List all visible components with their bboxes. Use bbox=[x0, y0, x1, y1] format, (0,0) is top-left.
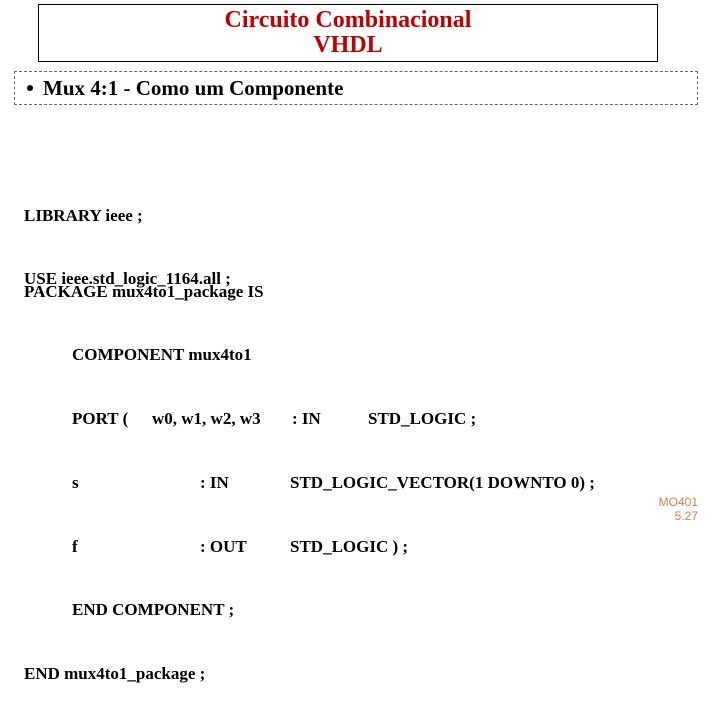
code-line: PORT ( w0, w1, w2, w3 : IN STD_LOGIC ; bbox=[24, 408, 595, 429]
code-line: s : IN STD_LOGIC_VECTOR(1 DOWNTO 0) ; bbox=[24, 472, 595, 493]
code-line: END mux4to1_package ; bbox=[24, 663, 595, 684]
bullet-icon bbox=[27, 85, 33, 91]
code-token: : OUT bbox=[200, 536, 290, 557]
code-line: f : OUT STD_LOGIC ) ; bbox=[24, 536, 595, 557]
code-line: COMPONENT mux4to1 bbox=[24, 344, 595, 365]
footer-page: 5.27 bbox=[659, 510, 698, 524]
subtitle-bullet: Mux 4:1 - Como um Componente bbox=[27, 76, 343, 101]
code-token: s bbox=[24, 472, 200, 493]
code-token: : IN bbox=[200, 472, 290, 493]
code-line: END COMPONENT ; bbox=[24, 599, 595, 620]
code-token: : IN bbox=[292, 408, 368, 429]
subtitle-container: Mux 4:1 - Como um Componente bbox=[14, 71, 698, 105]
title-line-2: VHDL bbox=[39, 33, 657, 58]
code-token: PORT ( bbox=[24, 408, 152, 429]
code-package-block: PACKAGE mux4to1_package IS COMPONENT mux… bbox=[24, 238, 595, 706]
code-line: LIBRARY ieee ; bbox=[24, 205, 231, 226]
code-token: STD_LOGIC ) ; bbox=[290, 536, 408, 557]
code-line: PACKAGE mux4to1_package IS bbox=[24, 281, 595, 302]
subtitle-text: Mux 4:1 - Como um Componente bbox=[43, 76, 343, 100]
footer-course: MO401 bbox=[659, 496, 698, 510]
code-token: w0, w1, w2, w3 bbox=[152, 408, 292, 429]
code-token: f bbox=[24, 536, 200, 557]
title-line-1: Circuito Combinacional bbox=[39, 8, 657, 33]
code-token: STD_LOGIC ; bbox=[368, 408, 476, 429]
code-token: STD_LOGIC_VECTOR(1 DOWNTO 0) ; bbox=[290, 472, 595, 493]
slide-footer: MO401 5.27 bbox=[659, 496, 698, 524]
title-container: Circuito Combinacional VHDL bbox=[38, 4, 658, 62]
